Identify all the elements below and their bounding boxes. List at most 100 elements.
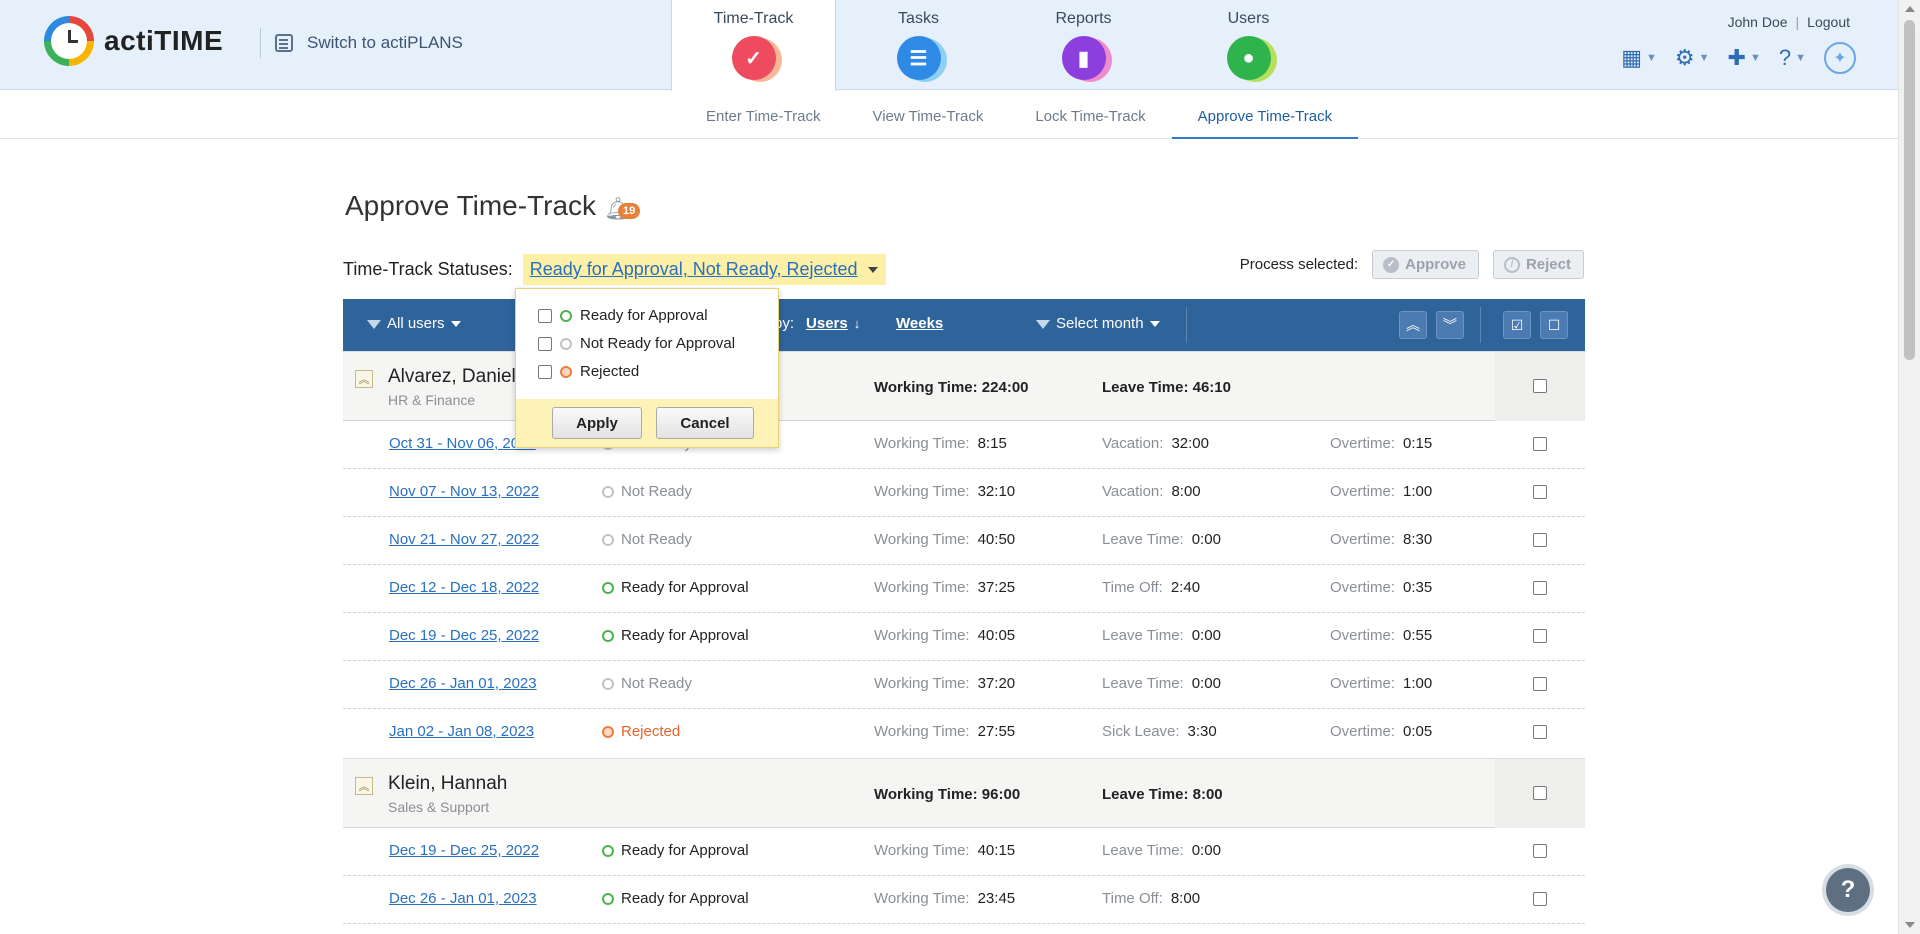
subnav-approve-time-track[interactable]: Approve Time-Track xyxy=(1171,91,1359,139)
tab-tasks[interactable]: Tasks ☰ xyxy=(836,0,1001,90)
row-checkbox[interactable] xyxy=(1533,581,1547,595)
switch-to-actiplans-link[interactable]: Switch to actiPLANS xyxy=(260,28,463,58)
status-filter-label: Time-Track Statuses: xyxy=(343,259,513,279)
group-by-weeks[interactable]: Weeks xyxy=(896,315,943,332)
actiplans-icon xyxy=(275,34,293,52)
lightbulb-icon[interactable]: ✦ xyxy=(1824,42,1856,74)
collapse-group-icon[interactable]: ︽ xyxy=(355,777,373,795)
tab-users[interactable]: Users ● xyxy=(1166,0,1331,90)
user-area: John Doe | Logout xyxy=(1727,14,1850,30)
notification-badge: 19 xyxy=(618,203,641,219)
help-question-icon[interactable]: ? xyxy=(1826,868,1870,912)
cancel-button[interactable]: Cancel xyxy=(656,407,754,439)
status-filter-dropdown: Ready for Approval Not Ready for Approva… xyxy=(515,288,779,448)
collapse-group-icon[interactable]: ︽ xyxy=(355,370,373,388)
month-filter[interactable]: Select month xyxy=(1036,315,1160,332)
overtime: Overtime: 8:30 xyxy=(1330,531,1433,548)
status-filter-select[interactable]: Ready for Approval, Not Ready, Rejected xyxy=(522,254,886,285)
overtime: Overtime: 0:05 xyxy=(1330,723,1433,740)
week-link[interactable]: Nov 21 - Nov 27, 2022 xyxy=(389,531,539,548)
row-checkbox[interactable] xyxy=(1533,844,1547,858)
working-time: Working Time: 8:15 xyxy=(874,435,1007,452)
row-checkbox[interactable] xyxy=(1533,533,1547,547)
row-checkbox[interactable] xyxy=(1533,437,1547,451)
week-link[interactable]: Dec 19 - Dec 25, 2022 xyxy=(389,842,539,859)
help-menu[interactable]: ? ▼ xyxy=(1779,45,1806,71)
select-all-button[interactable]: ☑ xyxy=(1503,311,1531,339)
scrollbar-thumb[interactable] xyxy=(1904,20,1915,360)
approve-button[interactable]: ✓ Approve xyxy=(1372,250,1479,279)
week-link[interactable]: Jan 02 - Jan 08, 2023 xyxy=(389,723,534,740)
leave-time: Leave Time: 0:00 xyxy=(1102,675,1221,692)
users-filter[interactable]: All users xyxy=(367,315,461,332)
calendar-menu[interactable]: ▦ ▼ xyxy=(1621,45,1657,71)
scroll-down-icon[interactable] xyxy=(1905,922,1915,928)
expand-all-button[interactable]: ︾ xyxy=(1436,311,1464,339)
group-working-time: Working Time: 96:00 xyxy=(874,786,1021,803)
caret-down-icon xyxy=(1149,320,1160,327)
collapse-all-button[interactable]: ︽ xyxy=(1399,311,1427,339)
group-by-users[interactable]: Users xyxy=(806,315,848,332)
settings-menu[interactable]: ⚙ ▼ xyxy=(1675,45,1710,71)
group-checkbox[interactable] xyxy=(1533,786,1547,800)
apply-button[interactable]: Apply xyxy=(552,407,642,439)
status-dot-icon xyxy=(602,581,614,594)
week-link[interactable]: Dec 26 - Jan 01, 2023 xyxy=(389,890,537,907)
addons-menu[interactable]: ✚ ▼ xyxy=(1728,45,1761,71)
week-link[interactable]: Nov 07 - Nov 13, 2022 xyxy=(389,483,539,500)
status: Not Ready xyxy=(602,531,692,548)
row-checkbox[interactable] xyxy=(1533,725,1547,739)
reject-button[interactable]: / Reject xyxy=(1492,250,1584,279)
page-scrollbar[interactable] xyxy=(1898,0,1920,934)
option-checkbox[interactable] xyxy=(538,336,552,351)
tab-label: Reports xyxy=(1055,10,1112,27)
table-row: Jan 02 - Jan 08, 2023 Rejected Working T… xyxy=(343,709,1585,757)
status-dot-icon xyxy=(560,309,572,322)
subnav-view-time-track[interactable]: View Time-Track xyxy=(846,91,1009,139)
working-time: Working Time: 40:15 xyxy=(874,842,1016,859)
week-link[interactable]: Dec 12 - Dec 18, 2022 xyxy=(389,579,539,596)
leave-time: Sick Leave: 3:30 xyxy=(1102,723,1217,740)
week-link[interactable]: Dec 19 - Dec 25, 2022 xyxy=(389,627,539,644)
table-row: Dec 19 - Dec 25, 2022 Ready for Approval… xyxy=(343,613,1585,661)
group-leave-time: Leave Time: 8:00 xyxy=(1102,786,1223,803)
list-icon: ☰ xyxy=(896,36,941,80)
week-link[interactable]: Dec 26 - Jan 01, 2023 xyxy=(389,675,537,692)
switch-label: Switch to actiPLANS xyxy=(307,33,463,52)
option-checkbox[interactable] xyxy=(538,308,552,323)
filter-icon xyxy=(367,320,381,329)
status-dot-icon xyxy=(602,677,614,690)
option-checkbox[interactable] xyxy=(538,364,552,379)
option-label: Ready for Approval xyxy=(580,307,708,324)
scroll-up-icon[interactable] xyxy=(1905,6,1915,12)
notifications-button[interactable]: 🔔︎ 19 xyxy=(604,196,641,222)
row-checkbox[interactable] xyxy=(1533,629,1547,643)
row-checkbox[interactable] xyxy=(1533,485,1547,499)
tab-time-track[interactable]: Time-Track ✓ xyxy=(671,0,836,91)
row-checkbox[interactable] xyxy=(1533,892,1547,906)
chevron-down-icon: ▼ xyxy=(1795,52,1806,64)
logout-link[interactable]: Logout xyxy=(1807,14,1850,30)
weeks-label: Weeks xyxy=(896,315,944,332)
deselect-all-button[interactable]: ☐ xyxy=(1540,311,1568,339)
working-time: Working Time: 37:25 xyxy=(874,579,1016,596)
option-not-ready[interactable]: Not Ready for Approval xyxy=(538,335,735,352)
subnav-enter-time-track[interactable]: Enter Time-Track xyxy=(680,91,846,139)
status-dot-icon xyxy=(602,485,614,498)
option-ready-for-approval[interactable]: Ready for Approval xyxy=(538,307,708,324)
tool-icons: ▦ ▼ ⚙ ▼ ✚ ▼ ? ▼ ✦ xyxy=(1621,42,1856,74)
overtime: Overtime: 1:00 xyxy=(1330,483,1433,500)
user-name[interactable]: John Doe xyxy=(1728,14,1788,30)
tab-reports[interactable]: Reports ▮ xyxy=(1001,0,1166,90)
status: Not Ready xyxy=(602,675,692,692)
week-link[interactable]: Oct 31 - Nov 06, 2022 xyxy=(389,435,536,452)
status-dot-icon xyxy=(602,533,614,546)
row-checkbox[interactable] xyxy=(1533,677,1547,691)
subnav-lock-time-track[interactable]: Lock Time-Track xyxy=(1009,91,1171,139)
checked-box-icon: ☑ xyxy=(1510,316,1524,333)
group-checkbox[interactable] xyxy=(1533,379,1547,393)
block-icon: / xyxy=(1503,256,1520,273)
option-rejected[interactable]: Rejected xyxy=(538,363,639,380)
actitime-logo[interactable]: actiTIME xyxy=(44,16,223,66)
leave-time: Leave Time: 0:00 xyxy=(1102,627,1221,644)
